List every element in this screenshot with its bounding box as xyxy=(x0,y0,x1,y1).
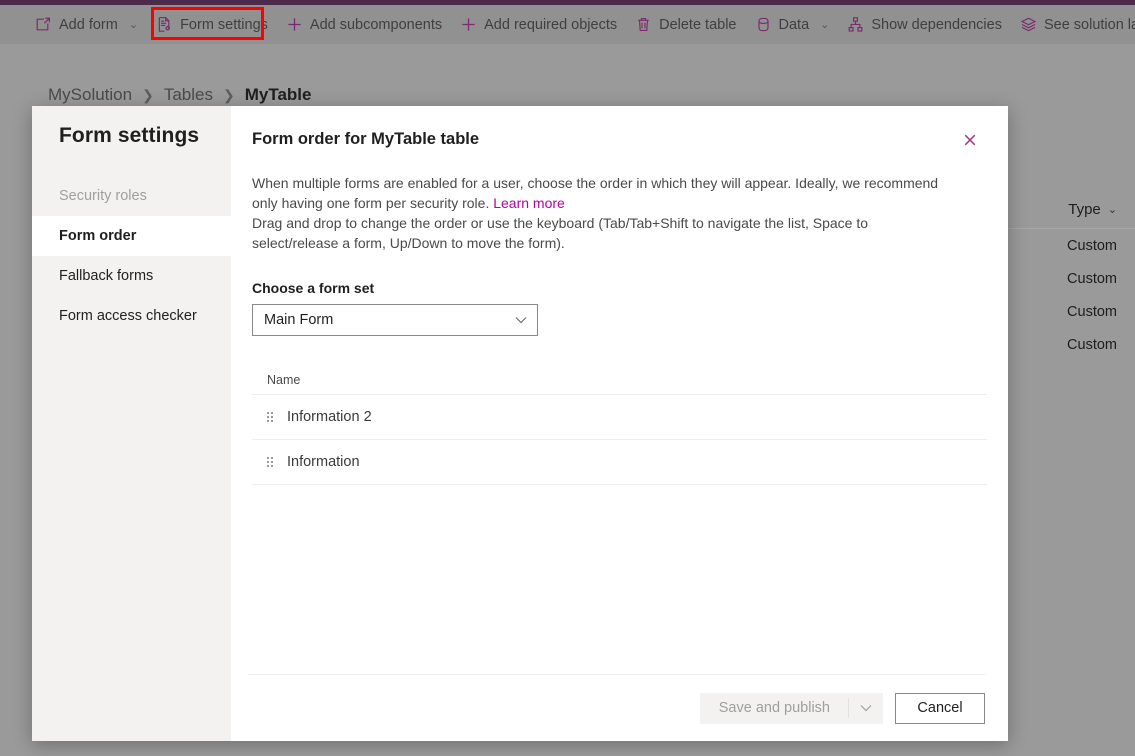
form-set-dropdown[interactable]: Main Form xyxy=(252,304,538,336)
breadcrumb-separator-icon: ❯ xyxy=(222,86,235,103)
description-text-2: Drag and drop to change the order or use… xyxy=(252,215,868,251)
column-header-type[interactable]: Type ⌄ xyxy=(1007,190,1135,229)
learn-more-link[interactable]: Learn more xyxy=(493,195,565,211)
save-and-publish-button[interactable]: Save and publish xyxy=(699,692,883,724)
layers-icon xyxy=(1020,16,1037,33)
command-label: Data xyxy=(778,16,810,33)
breadcrumb-item-solution[interactable]: MySolution xyxy=(48,85,132,105)
command-delete-table[interactable]: Delete table xyxy=(626,9,745,41)
sidebar-item-label: Security roles xyxy=(59,188,147,204)
breadcrumb-item-current: MyTable xyxy=(244,85,312,104)
chevron-down-icon[interactable]: ⌄ xyxy=(820,18,829,31)
command-label: Add required objects xyxy=(484,16,618,33)
list-item[interactable]: Information xyxy=(252,440,987,485)
command-label: Add form xyxy=(59,16,118,33)
form-set-label: Choose a form set xyxy=(252,280,375,296)
command-label: Form settings xyxy=(180,16,268,33)
sidebar-item-form-access-checker[interactable]: Form access checker xyxy=(32,296,231,336)
command-add-required-objects[interactable]: Add required objects xyxy=(451,9,626,41)
database-icon xyxy=(755,16,772,33)
dialog-description: When multiple forms are enabled for a us… xyxy=(231,154,971,253)
list-item-label: Information xyxy=(287,454,360,470)
command-form-settings[interactable]: Form settings xyxy=(147,9,277,41)
dialog-sidebar-title: Form settings xyxy=(59,124,200,147)
description-text-1: When multiple forms are enabled for a us… xyxy=(252,175,939,211)
list-item-label: Information 2 xyxy=(287,409,372,425)
breadcrumb-separator-icon: ❯ xyxy=(142,86,154,103)
cell-type: Custom xyxy=(1067,303,1117,320)
form-settings-icon xyxy=(156,16,173,33)
command-add-subcomponents[interactable]: Add subcomponents xyxy=(277,9,451,41)
dot xyxy=(267,412,269,414)
drag-handle-icon[interactable] xyxy=(267,412,273,422)
close-button[interactable] xyxy=(954,126,986,154)
list-column-header: Name xyxy=(252,365,987,395)
dot xyxy=(267,420,269,422)
dot xyxy=(267,416,269,418)
table-row: Custom xyxy=(1007,262,1135,295)
plus-icon xyxy=(286,16,303,33)
cell-type: Custom xyxy=(1067,270,1117,287)
sidebar-item-label: Fallback forms xyxy=(59,268,154,284)
sidebar-item-label: Form access checker xyxy=(59,308,197,324)
page-title: Form order for MyTable table xyxy=(252,130,480,148)
dot xyxy=(271,461,273,463)
command-label: See solution layers xyxy=(1043,16,1135,33)
list-item[interactable]: Information 2 xyxy=(252,395,987,440)
chevron-down-icon[interactable] xyxy=(849,701,883,715)
new-form-icon xyxy=(35,16,52,33)
drag-handle-icon[interactable] xyxy=(267,457,273,467)
dot xyxy=(267,465,269,467)
dialog-footer: Save and publish Cancel xyxy=(248,674,985,741)
table-row: Custom xyxy=(1007,328,1135,361)
command-data[interactable]: Data ⌄ xyxy=(746,9,839,41)
dependencies-icon xyxy=(847,16,864,33)
sidebar-item-label: Form order xyxy=(59,228,137,244)
sidebar-item-form-order[interactable]: Form order xyxy=(32,216,231,256)
plus-icon xyxy=(460,16,477,33)
trash-icon xyxy=(635,16,652,33)
dot xyxy=(267,461,269,463)
dot xyxy=(267,457,269,459)
cell-type: Custom xyxy=(1067,336,1117,353)
command-see-solution-layers[interactable]: See solution layers xyxy=(1011,9,1135,41)
dot xyxy=(271,420,273,422)
command-label: Show dependencies xyxy=(871,16,1002,33)
save-and-publish-label: Save and publish xyxy=(718,700,830,716)
chevron-down-icon: ⌄ xyxy=(1107,203,1117,216)
close-icon xyxy=(962,132,978,148)
sidebar-item-security-roles: Security roles xyxy=(32,176,231,216)
command-label: Delete table xyxy=(659,16,737,33)
dot xyxy=(271,412,273,414)
chevron-down-icon[interactable]: ⌄ xyxy=(129,18,138,31)
chevron-down-icon xyxy=(515,313,527,327)
breadcrumb: MySolution ❯ Tables ❯ MyTable xyxy=(48,85,311,105)
table-row: Custom xyxy=(1007,229,1135,262)
form-set-selected-value: Main Form xyxy=(264,312,334,328)
sidebar-item-fallback-forms[interactable]: Fallback forms xyxy=(32,256,231,296)
cell-type: Custom xyxy=(1067,237,1117,254)
background-table: Type ⌄ Custom Custom Custom Custom xyxy=(1007,190,1135,361)
dot xyxy=(271,465,273,467)
command-bar: Add form ⌄ Form settings Add subcomponen… xyxy=(0,5,1135,44)
command-label: Add subcomponents xyxy=(309,16,443,33)
dialog-sidebar: Form settings Security roles Form order … xyxy=(32,106,231,741)
dialog-header: Form order for MyTable table xyxy=(231,106,1008,154)
column-header-label: Type xyxy=(1068,200,1101,218)
column-header-name: Name xyxy=(267,372,301,387)
command-add-form[interactable]: Add form ⌄ xyxy=(26,9,147,41)
dialog-content: Form order for MyTable table When multip… xyxy=(231,106,1008,741)
form-order-list: Name Information 2 Information xyxy=(252,365,987,485)
breadcrumb-item-tables[interactable]: Tables xyxy=(164,85,213,105)
cancel-button[interactable]: Cancel xyxy=(895,692,985,724)
command-show-dependencies[interactable]: Show dependencies xyxy=(838,9,1011,41)
form-settings-dialog: Form settings Security roles Form order … xyxy=(32,106,1008,741)
dot xyxy=(271,457,273,459)
table-row: Custom xyxy=(1007,295,1135,328)
dot xyxy=(271,416,273,418)
